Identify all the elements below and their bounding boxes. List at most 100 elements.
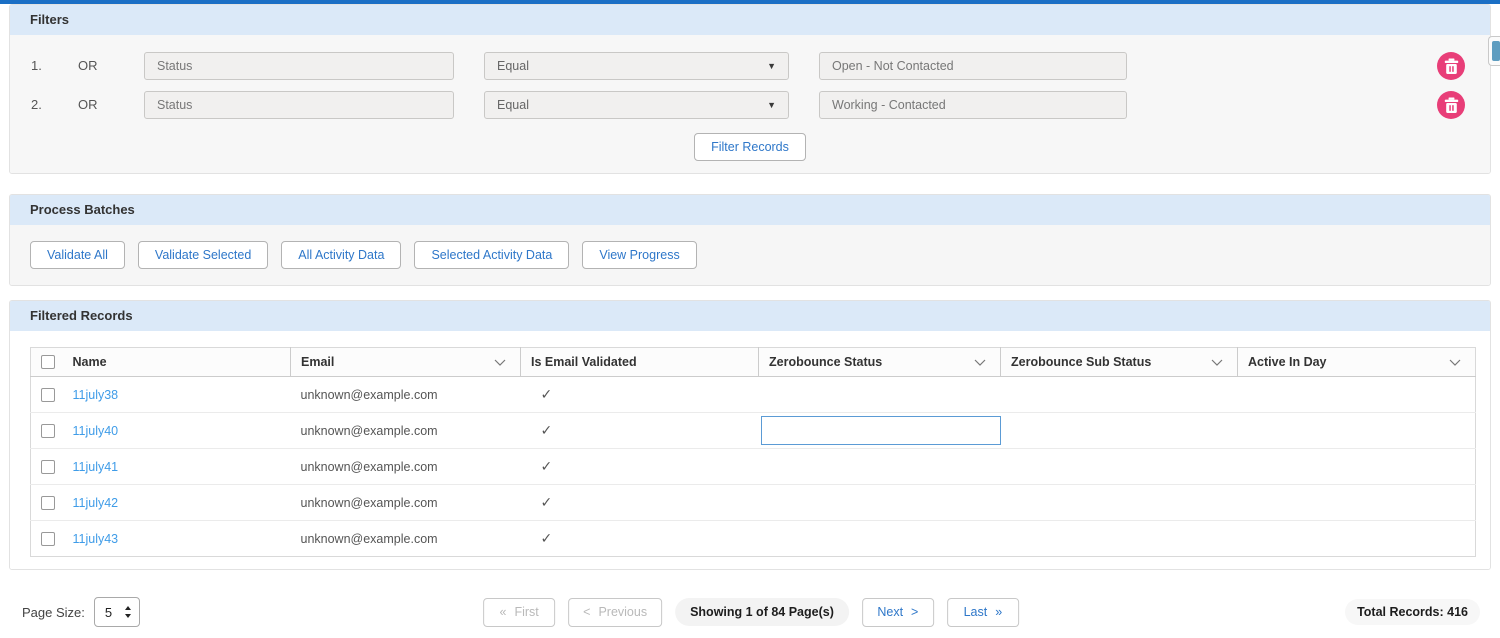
table-row: 11july42 unknown@example.com ✓: [31, 485, 1476, 521]
page-status-text: Showing 1 of 84 Page(s): [675, 598, 849, 626]
record-email: unknown@example.com: [291, 377, 521, 413]
delete-filter-button[interactable]: [1437, 52, 1465, 80]
previous-page-button[interactable]: < Previous: [568, 598, 662, 627]
filter-field-input[interactable]: Status: [144, 52, 454, 80]
filter-row: 2. OR Status Equal ▼ Working - Contacted: [10, 85, 1490, 124]
row-checkbox[interactable]: [41, 496, 55, 510]
record-zerobounce-status: [759, 377, 1001, 413]
column-header-name: Name: [63, 348, 291, 377]
process-batches-title: Process Batches: [30, 202, 135, 217]
column-header-zerobounce-status[interactable]: Zerobounce Status: [759, 348, 1001, 377]
column-header-zerobounce-sub-status[interactable]: Zerobounce Sub Status: [1001, 348, 1238, 377]
record-email: unknown@example.com: [291, 449, 521, 485]
filtered-records-title: Filtered Records: [30, 308, 133, 323]
record-zerobounce-sub-status: [1001, 377, 1238, 413]
record-active-in-day: [1238, 413, 1476, 449]
first-page-button[interactable]: « First: [483, 598, 555, 627]
chevron-right-icon: >: [911, 605, 918, 619]
table-row: 11july41 unknown@example.com ✓: [31, 449, 1476, 485]
filters-body: 1. OR Status Equal ▼ Open - Not Contacte…: [10, 35, 1490, 173]
chevron-down-icon[interactable]: [1449, 359, 1461, 366]
row-checkbox[interactable]: [41, 460, 55, 474]
view-progress-button[interactable]: View Progress: [582, 241, 696, 269]
column-header-active-in-day[interactable]: Active In Day: [1238, 348, 1476, 377]
filter-conjunction: OR: [78, 97, 144, 112]
filter-operator-value: Equal: [497, 53, 529, 79]
dropdown-caret-icon: ▼: [767, 53, 776, 79]
selected-activity-data-button[interactable]: Selected Activity Data: [414, 241, 569, 269]
select-all-checkbox[interactable]: [41, 355, 55, 369]
validated-check-icon: ✓: [531, 386, 553, 403]
chevron-down-icon[interactable]: [1211, 359, 1223, 366]
page-size-value: 5: [95, 605, 125, 620]
next-page-button[interactable]: Next >: [862, 598, 934, 627]
process-batches-section: Process Batches Validate All Validate Se…: [9, 194, 1491, 286]
record-name-link[interactable]: 11july40: [73, 424, 119, 438]
filter-value-input[interactable]: Open - Not Contacted: [819, 52, 1127, 80]
validate-selected-button[interactable]: Validate Selected: [138, 241, 268, 269]
column-header-email[interactable]: Email: [291, 348, 521, 377]
double-chevron-left-icon: «: [499, 605, 506, 619]
page-size-stepper[interactable]: 5: [94, 597, 140, 627]
table-row: 11july43 unknown@example.com ✓: [31, 521, 1476, 557]
decrement-arrow-icon[interactable]: [125, 614, 131, 618]
record-zerobounce-status: [759, 413, 1001, 449]
trash-icon: [1444, 58, 1459, 74]
table-row: 11july40 unknown@example.com ✓: [31, 413, 1476, 449]
increment-arrow-icon[interactable]: [125, 606, 131, 610]
stepper-arrows: [125, 606, 139, 618]
delete-filter-button[interactable]: [1437, 91, 1465, 119]
filter-row-index: 2.: [31, 97, 78, 112]
validate-all-button[interactable]: Validate All: [30, 241, 125, 269]
record-name-link[interactable]: 11july41: [73, 460, 119, 474]
row-checkbox[interactable]: [41, 388, 55, 402]
row-checkbox[interactable]: [41, 532, 55, 546]
record-name-link[interactable]: 11july38: [73, 388, 119, 402]
records-table: Name Email Is Email Validated: [30, 347, 1476, 557]
filter-field-input[interactable]: Status: [144, 91, 454, 119]
record-zerobounce-status: [759, 485, 1001, 521]
validated-check-icon: ✓: [531, 458, 553, 475]
all-activity-data-button[interactable]: All Activity Data: [281, 241, 401, 269]
pager-controls: « First < Previous Showing 1 of 84 Page(…: [483, 598, 1019, 627]
chevron-down-icon[interactable]: [494, 359, 506, 366]
inline-edit-cell[interactable]: [761, 416, 1001, 445]
floating-side-widget[interactable]: [1488, 36, 1500, 66]
filter-value-input[interactable]: Working - Contacted: [819, 91, 1127, 119]
trash-icon: [1444, 97, 1459, 113]
filters-header: Filters: [10, 5, 1490, 35]
filter-row: 1. OR Status Equal ▼ Open - Not Contacte…: [10, 46, 1490, 85]
record-zerobounce-sub-status: [1001, 449, 1238, 485]
record-email: unknown@example.com: [291, 413, 521, 449]
record-email: unknown@example.com: [291, 521, 521, 557]
chevron-down-icon[interactable]: [974, 359, 986, 366]
select-all-cell: [31, 348, 63, 377]
table-header-row: Name Email Is Email Validated: [31, 348, 1476, 377]
last-page-button[interactable]: Last »: [947, 598, 1019, 627]
filter-operator-select[interactable]: Equal ▼: [484, 52, 789, 80]
record-zerobounce-status: [759, 449, 1001, 485]
record-name-link[interactable]: 11july42: [73, 496, 119, 510]
page-size-label: Page Size:: [22, 605, 85, 620]
chevron-left-icon: <: [583, 605, 590, 619]
validated-check-icon: ✓: [531, 530, 553, 547]
page-size-control: Page Size: 5: [22, 597, 140, 627]
row-checkbox[interactable]: [41, 424, 55, 438]
filters-title: Filters: [30, 12, 69, 27]
filter-row-index: 1.: [31, 58, 78, 73]
validated-check-icon: ✓: [531, 422, 553, 439]
filter-actions: Filter Records: [10, 133, 1490, 161]
filters-section: Filters 1. OR Status Equal ▼ Open - Not …: [9, 4, 1491, 174]
record-zerobounce-status: [759, 521, 1001, 557]
widget-icon: [1492, 41, 1500, 61]
record-active-in-day: [1238, 485, 1476, 521]
record-zerobounce-sub-status: [1001, 485, 1238, 521]
double-chevron-right-icon: »: [995, 605, 1002, 619]
filtered-records-section: Filtered Records Name Email: [9, 300, 1491, 570]
filter-records-button[interactable]: Filter Records: [694, 133, 806, 161]
filter-operator-value: Equal: [497, 92, 529, 118]
record-zerobounce-sub-status: [1001, 413, 1238, 449]
process-batches-body: Validate All Validate Selected All Activ…: [10, 225, 1490, 285]
record-name-link[interactable]: 11july43: [73, 532, 119, 546]
filter-operator-select[interactable]: Equal ▼: [484, 91, 789, 119]
